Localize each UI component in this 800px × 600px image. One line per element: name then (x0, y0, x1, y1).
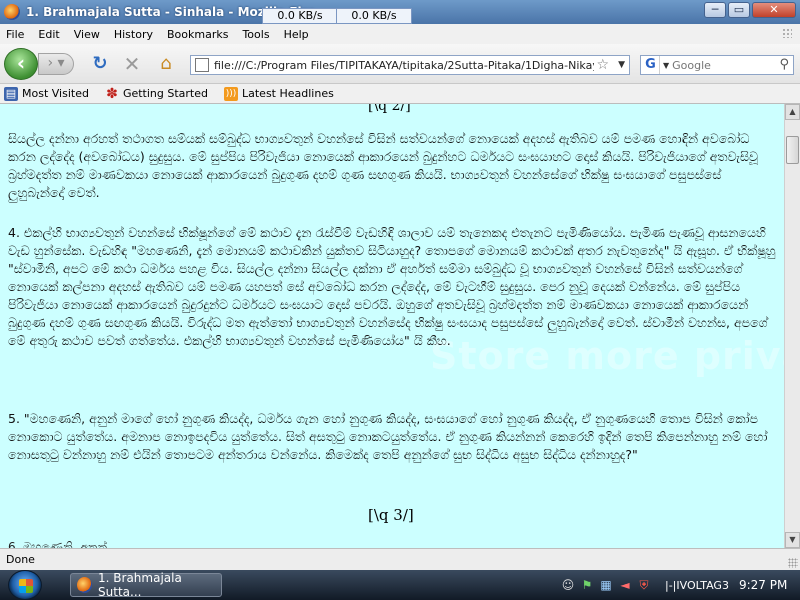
url-input[interactable]: file:///C:/Program Files/TIPITAKAYA/tipi… (214, 59, 594, 72)
menu-bookmarks[interactable]: Bookmarks (167, 28, 228, 41)
back-arrow-icon: ‹ (16, 51, 26, 75)
resize-grip-icon[interactable] (788, 558, 798, 568)
bookmark-latest-headlines[interactable]: ))) Latest Headlines (224, 86, 334, 101)
security-shield-icon[interactable]: ⛨ (636, 577, 652, 593)
firefox-icon (77, 577, 93, 593)
status-text: Done (6, 553, 35, 566)
messenger-icon[interactable]: ☺ (560, 577, 576, 593)
bookmark-getting-started[interactable]: ✽ Getting Started (105, 87, 208, 101)
back-button[interactable]: ‹ (4, 48, 38, 80)
forward-arrow-icon: › ▾ (47, 55, 65, 71)
next-paragraph-fragment: 6. මහණෙනි, අනුන් ... (8, 540, 123, 548)
scroll-up-arrow-icon[interactable]: ▲ (785, 104, 800, 120)
activity-throbber-icon (782, 28, 792, 38)
status-bar: Done (0, 548, 800, 570)
taskbar-item-label: 1. Brahmajala Sutta... (98, 571, 182, 599)
menu-file[interactable]: File (6, 28, 24, 41)
windows-taskbar: 1. Brahmajala Sutta... ☺ ⚑ ▦ ◄ ⛨ |-|IVOL… (0, 570, 800, 600)
google-engine-icon[interactable]: G (642, 56, 660, 74)
download-speed: 0.0 KB/s (262, 8, 338, 24)
menu-edit[interactable]: Edit (38, 28, 59, 41)
windows-start-icon (19, 579, 33, 593)
taskbar-clock[interactable]: 9:27 PM (739, 578, 787, 592)
home-button[interactable]: ⌂ (154, 53, 178, 77)
system-tray: ☺ ⚑ ▦ ◄ ⛨ |-|IVOLTAG3 9:27 PM (560, 574, 792, 596)
home-icon: ⌂ (160, 53, 172, 74)
start-button[interactable] (8, 570, 42, 600)
bookmark-label: Latest Headlines (242, 87, 334, 100)
address-bar[interactable]: file:///C:/Program Files/TIPITAKAYA/tipi… (190, 55, 630, 75)
url-dropdown-icon[interactable]: ▼ (618, 56, 625, 74)
menu-help[interactable]: Help (284, 28, 309, 41)
scrollbar-thumb[interactable] (786, 136, 799, 164)
upload-speed: 0.0 KB/s (336, 8, 412, 24)
search-bar[interactable]: G ▼ ⚲ (640, 55, 794, 75)
bookmark-most-visited[interactable]: ▤ Most Visited (4, 86, 89, 101)
search-input[interactable] (672, 58, 773, 72)
paragraph-5: 5. "මහණෙනි, අනුන් මාගේ හෝ නුගුණ කියද්ද, … (8, 411, 768, 462)
volume-icon[interactable]: ◄ (617, 577, 633, 593)
maximize-button[interactable]: ▭ (728, 2, 750, 18)
rss-icon: ))) (224, 86, 238, 101)
close-button[interactable]: ✕ (752, 2, 796, 18)
forward-button[interactable]: › ▾ (38, 53, 74, 75)
stop-icon: ✕ (123, 52, 141, 76)
menu-history[interactable]: History (114, 28, 153, 41)
flag-icon[interactable]: ⚑ (579, 577, 595, 593)
page-content: Store more privately. [\q 2/] සියල්ල දන්… (0, 104, 784, 548)
navigation-toolbar: ‹ › ▾ ↻ ✕ ⌂ file:///C:/Program Files/TIP… (0, 44, 800, 84)
menu-bar: File Edit View History Bookmarks Tools H… (0, 24, 800, 44)
scroll-down-arrow-icon[interactable]: ▼ (785, 532, 800, 548)
taskbar-firefox-window[interactable]: 1. Brahmajala Sutta... (70, 571, 222, 599)
page-marker-top: [\q 2/] (368, 104, 411, 114)
search-magnifier-icon[interactable]: ⚲ (779, 57, 789, 72)
tray-label: |-|IVOLTAG3 (665, 578, 729, 592)
stop-button[interactable]: ✕ (120, 53, 144, 77)
getting-started-icon: ✽ (106, 85, 118, 102)
search-engine-dropdown-icon[interactable]: ▼ (663, 61, 669, 70)
bookmark-star-icon[interactable]: ☆ (596, 56, 609, 74)
bookmarks-toolbar: ▤ Most Visited ✽ Getting Started ))) Lat… (0, 84, 800, 104)
firefox-icon (4, 4, 20, 20)
menu-view[interactable]: View (74, 28, 100, 41)
paragraph-intro: සියල්ල දන්නා අරහත් තථාගත සම්යක් සම්බුද්ධ… (8, 131, 759, 200)
vertical-scrollbar[interactable]: ▲ ▼ (784, 104, 800, 548)
reload-icon: ↻ (92, 53, 108, 74)
minimize-button[interactable]: ─ (704, 2, 726, 18)
paragraph-4: 4. එකල්හි භාග්‍යවතුන් වහන්සේ භික්ෂූන්ගේ … (8, 225, 776, 348)
page-favicon-icon (195, 58, 209, 72)
page-marker-mid: [\q 3/] (368, 506, 414, 524)
menu-tools[interactable]: Tools (242, 28, 269, 41)
reload-button[interactable]: ↻ (88, 53, 112, 77)
most-visited-icon: ▤ (4, 86, 18, 101)
network-icon[interactable]: ▦ (598, 577, 614, 593)
bookmark-label: Getting Started (122, 87, 208, 100)
bookmark-label: Most Visited (22, 87, 89, 100)
